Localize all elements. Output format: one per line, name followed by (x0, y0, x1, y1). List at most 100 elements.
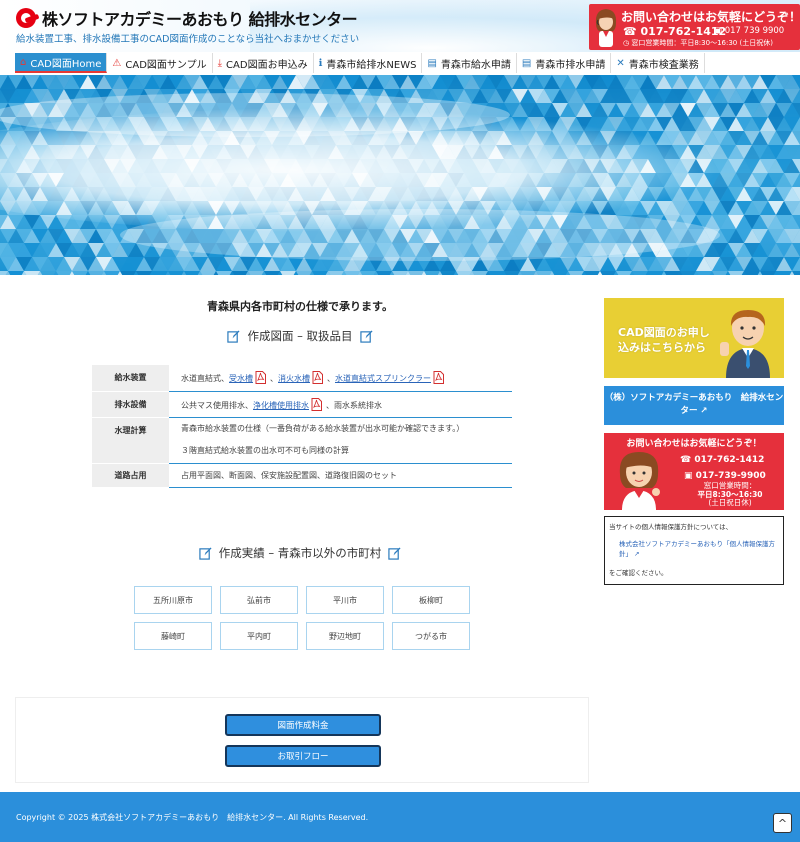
order-banner-line1: CAD図面のお申し (618, 326, 710, 339)
row-text: 青森市給水装置の仕様（一番負荷がある給水装置が出水可能か確認できます。） (181, 424, 465, 433)
hero-triangle (776, 271, 792, 275)
hero-triangle (88, 271, 104, 275)
header-contact-box: お問い合わせはお気軽にどうぞ！ ☎ 017-762-1412 ▣ 017 739… (589, 4, 800, 50)
items-table: 給水装置 水道直結式、受水槽 、消火水槽 、水道直結式スプリンクラー 排水設備 公共… (92, 365, 512, 488)
link-receiving-tank[interactable]: 受水槽 (229, 374, 253, 383)
pdf-icon[interactable] (433, 371, 444, 385)
edit-icon (199, 546, 212, 560)
hero-triangle (280, 271, 296, 275)
nav-item-inspection[interactable]: ✕ 青森市検査業務 (611, 53, 705, 73)
sidebar-contact-tel[interactable]: ☎ 017-762-1412 (680, 455, 764, 465)
hero-triangle (296, 271, 312, 275)
nav-item-drainage[interactable]: ▤ 青森市排水申請 (517, 53, 612, 73)
hero-triangle (168, 271, 184, 275)
city-card: 弘前市 (220, 586, 298, 614)
row-text: 、 (270, 374, 278, 384)
city-card: 平川市 (306, 586, 384, 614)
row-text: 水道直結式、 (181, 374, 229, 384)
company-button[interactable]: （株）ソフトアカデミーあおもり 給排水センター ↗ (604, 386, 784, 425)
header-fax-number: 017 739 9900 (724, 26, 785, 36)
row-header: 道路占用 (92, 463, 169, 488)
edit-icon (227, 329, 241, 343)
privacy-link[interactable]: 株式会社ソフトアカデミーあおもり「個人情報保護方針」 ↗ (619, 539, 779, 559)
hero-triangle (8, 271, 24, 275)
hero-triangle (72, 271, 88, 275)
city-card: 五所川原市 (134, 586, 212, 614)
city-card: つがる市 (392, 622, 470, 650)
hero-triangle (552, 271, 568, 275)
hero-triangle (248, 271, 264, 275)
nav-label: 青森市検査業務 (628, 59, 699, 71)
hero-triangle (760, 271, 776, 275)
nav-item-samples[interactable]: ⚠ CAD図面サンプル (107, 53, 213, 73)
table-row: 水理計算 青森市給水装置の仕様（一番負荷がある給水装置が出水可能か確認できます。… (92, 417, 512, 464)
hero-triangle (664, 271, 680, 275)
city-card: 板柳町 (392, 586, 470, 614)
price-button[interactable]: 図面作成料金 (225, 714, 381, 736)
sidebar-contact-hours: 窓口営業時間： 平日8:30〜16:30 (土日祝日休) (684, 481, 776, 508)
row-text: 、雨水系統排水 (326, 400, 382, 410)
link-fire-tank[interactable]: 消火水槽 (278, 374, 310, 383)
hero-triangle (56, 271, 72, 275)
row-header: 給水装置 (92, 365, 169, 392)
sidebar-contact-box: お問い合わせはお気軽にどうぞ！ ☎ 017-762-1412 ▣ 017-739… (604, 433, 784, 510)
row-content: 占用平面図、断面図、保安施設配置図、道路復旧図のセット (169, 463, 512, 488)
site-logo[interactable]: 株ソフトアカデミーあおもり 給排水センター (16, 6, 358, 30)
phone-icon: ☎ (680, 455, 695, 465)
hours-holiday: (土日祝日休) (708, 498, 752, 507)
link-sprinkler[interactable]: 水道直結式スプリンクラー (335, 374, 431, 383)
hero-triangle (472, 271, 488, 275)
city-card: 平内町 (220, 622, 298, 650)
order-banner-line2: 込みはこちらから (618, 341, 706, 354)
pdf-icon[interactable] (255, 371, 266, 385)
hero-triangle (24, 271, 40, 275)
pdf-icon[interactable] (311, 397, 322, 411)
privacy-link-text: 株式会社ソフトアカデミーあおもり「個人情報保護方針」 (619, 540, 775, 558)
main-nav: ⌂ CAD図面Home ⚠ CAD図面サンプル ⤓ CAD図面お申込み ℹ 青森市給排水… (15, 53, 800, 73)
nav-item-home[interactable]: ⌂ CAD図面Home (15, 53, 108, 73)
hero-triangle (648, 271, 664, 275)
hero-triangle (360, 271, 376, 275)
hero-triangle (456, 271, 472, 275)
site-header: 株ソフトアカデミーあおもり 給排水センター 給水装置工事、排水設備工事のCAD図… (0, 0, 800, 52)
hero-triangle (616, 271, 632, 275)
nav-label: CAD図面サンプル (125, 59, 207, 71)
row-text: 公共マス使用排水、 (181, 400, 253, 410)
main-title: 青森県内各市町村の仕様で承ります。 (207, 300, 393, 313)
back-to-top-button[interactable]: ^ (773, 813, 792, 833)
pdf-icon[interactable] (312, 371, 323, 385)
row-content: 青森市給水装置の仕様（一番負荷がある給水装置が出水可能か確認できます。） ３階直… (169, 417, 512, 464)
hero-triangle (312, 271, 328, 275)
hero-triangle (216, 271, 232, 275)
hero-triangle (680, 271, 696, 275)
nav-item-order[interactable]: ⤓ CAD図面お申込み (213, 53, 314, 73)
info-icon: ℹ (318, 57, 323, 69)
hero-triangle (440, 271, 456, 275)
nav-item-news[interactable]: ℹ 青森市給排水NEWS (314, 53, 423, 73)
phone-icon: ☎ (623, 25, 641, 38)
row-content: 水道直結式、受水槽 、消火水槽 、水道直結式スプリンクラー (169, 365, 512, 392)
nav-label: 青森市排水申請 (535, 59, 606, 71)
hero-triangle (424, 271, 440, 275)
header-contact-hours: ◷ 窓口営業時間：平日8:30〜16:30 (土日祝休) (623, 38, 773, 48)
flow-button[interactable]: お取引フロー (225, 745, 381, 767)
header-contact-fax: ▣ 017 739 9900 (714, 26, 784, 36)
site-tagline: 給水装置工事、排水設備工事のCAD図面作成のことなら当社へおまかせください (16, 34, 360, 45)
header-hours-text: 窓口営業時間：平日8:30〜16:30 (土日祝休) (631, 39, 773, 47)
table-row: 排水設備 公共マス使用排水、浄化槽使用排水 、雨水系統排水 (92, 391, 512, 418)
hero-banner (0, 75, 800, 275)
order-banner[interactable]: CAD図面のお申し 込みはこちらから (604, 298, 784, 378)
hero-triangle (504, 271, 520, 275)
hero-triangle (40, 271, 56, 275)
operator-girl-icon (619, 452, 660, 510)
header-contact-tel[interactable]: ☎ 017-762-1412 (623, 25, 726, 38)
nav-item-water-supply[interactable]: ▤ 青森市給水申請 (422, 53, 517, 73)
hero-triangle (712, 271, 728, 275)
hero-triangle (408, 271, 424, 275)
order-banner-text: CAD図面のお申し 込みはこちらから (618, 325, 710, 355)
home-icon: ⌂ (20, 56, 27, 68)
header-contact-title: お問い合わせはお気軽にどうぞ！ (621, 10, 800, 24)
link-septic-drainage[interactable]: 浄化槽使用排水 (253, 401, 309, 410)
hero-triangle (344, 271, 360, 275)
row-content: 公共マス使用排水、浄化槽使用排水 、雨水系統排水 (169, 391, 512, 418)
